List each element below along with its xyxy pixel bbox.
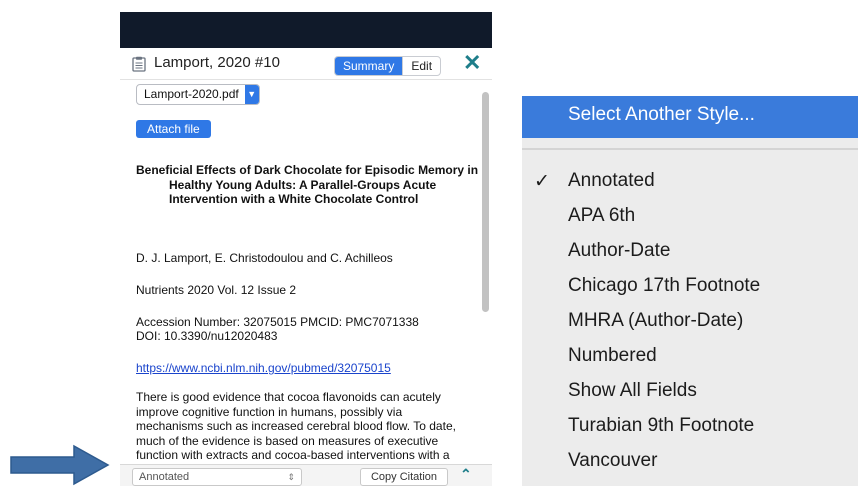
style-dropdown-menu: Select Another Style... ✓ Annotated APA … — [522, 96, 858, 486]
reference-abstract: There is good evidence that cocoa flavon… — [136, 390, 456, 464]
panel-bottom-bar: Annotated ⇕ Copy Citation ⌃ — [120, 464, 492, 486]
window-title-bar — [120, 12, 492, 48]
reference-doi: DOI: 10.3390/nu12020483 — [136, 329, 278, 343]
chevron-down-icon: ▼ — [244, 85, 259, 104]
style-item-mhra-author-date[interactable]: MHRA (Author-Date) — [568, 310, 743, 332]
chevron-up-icon[interactable]: ⌃ — [460, 466, 472, 483]
reference-authors: D. J. Lamport, E. Christodoulou and C. A… — [136, 251, 393, 265]
reference-panel: Lamport, 2020 #10 Summary Edit ✕ Lamport… — [120, 12, 492, 486]
summary-tab[interactable]: Summary — [335, 57, 403, 75]
edit-tab[interactable]: Edit — [402, 57, 440, 75]
right-arrow-icon — [10, 444, 110, 486]
reference-url-link[interactable]: https://www.ncbi.nlm.nih.gov/pubmed/3207… — [136, 361, 391, 376]
reference-title-label: Lamport, 2020 #10 — [154, 54, 280, 71]
pdf-attachment-select[interactable]: Lamport-2020.pdf ▼ — [136, 84, 260, 105]
pdf-file-name: Lamport-2020.pdf — [144, 87, 239, 101]
menu-separator — [522, 148, 858, 150]
select-another-style-item[interactable]: Select Another Style... — [522, 96, 858, 138]
reference-summary: Lamport-2020.pdf ▼ Attach file Beneficia… — [120, 80, 480, 464]
view-segmented-control: Summary Edit — [334, 56, 442, 76]
copy-citation-button[interactable]: Copy Citation — [360, 468, 448, 486]
close-icon[interactable]: ✕ — [463, 52, 481, 74]
attach-file-button[interactable]: Attach file — [136, 120, 211, 138]
panel-header: Lamport, 2020 #10 Summary Edit ✕ — [120, 48, 492, 80]
style-item-numbered[interactable]: Numbered — [568, 345, 657, 367]
clipboard-document-icon — [132, 56, 146, 72]
select-another-style-label: Select Another Style... — [568, 104, 755, 125]
reference-article-title: Beneficial Effects of Dark Chocolate for… — [136, 163, 479, 206]
style-item-show-all-fields[interactable]: Show All Fields — [568, 380, 697, 402]
style-item-author-date[interactable]: Author-Date — [568, 240, 670, 262]
output-style-select[interactable]: Annotated ⇕ — [132, 468, 302, 486]
style-item-chicago-17th-footnote[interactable]: Chicago 17th Footnote — [568, 275, 760, 297]
scrollbar-thumb[interactable] — [482, 92, 489, 312]
style-item-apa-6th[interactable]: APA 6th — [568, 205, 635, 227]
reference-journal: Nutrients 2020 Vol. 12 Issue 2 — [136, 283, 297, 297]
reference-accession: Accession Number: 32075015 PMCID: PMC707… — [136, 315, 419, 329]
style-item-annotated[interactable]: Annotated — [568, 170, 655, 192]
output-style-value: Annotated — [139, 471, 190, 483]
checkmark-icon: ✓ — [534, 171, 550, 192]
style-item-turabian-9th-footnote[interactable]: Turabian 9th Footnote — [568, 415, 754, 437]
up-down-chevron-icon: ⇕ — [287, 472, 295, 482]
style-item-vancouver[interactable]: Vancouver — [568, 450, 657, 472]
